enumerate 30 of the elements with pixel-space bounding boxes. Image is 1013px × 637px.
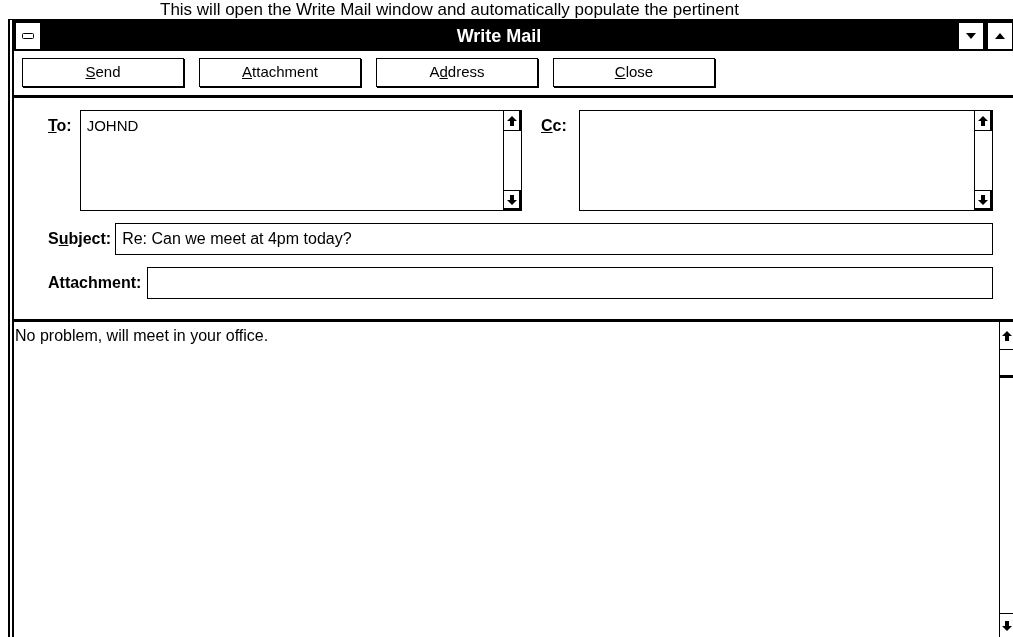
- arrow-down-icon: [1001, 620, 1012, 631]
- to-label: To:: [48, 115, 72, 136]
- down-triangle-icon: [966, 33, 976, 39]
- arrow-up-icon: [1001, 330, 1012, 341]
- subject-field[interactable]: Re: Can we meet at 4pm today?: [115, 223, 993, 255]
- attachment-label: Attachment:: [48, 273, 142, 293]
- scrollbar[interactable]: [503, 111, 521, 210]
- up-triangle-icon: [995, 33, 1005, 39]
- toolbar-button[interactable]: Attachment: [199, 58, 361, 87]
- cc-field[interactable]: [578, 110, 993, 211]
- message-body[interactable]: No problem, will meet in your office.: [14, 322, 999, 637]
- arrow-down-icon: [977, 194, 988, 205]
- system-menu-button[interactable]: [15, 22, 41, 50]
- maximize-button[interactable]: [987, 22, 1013, 50]
- arrow-up-icon: [977, 115, 988, 126]
- toolbar-button[interactable]: Address: [376, 58, 538, 87]
- toolbar-button[interactable]: Close: [553, 58, 715, 87]
- menu-icon: [22, 33, 34, 39]
- minimize-button[interactable]: [958, 22, 984, 50]
- cc-label: Cc:: [541, 115, 567, 136]
- arrow-down-icon: [506, 194, 517, 205]
- subject-label: Subject:: [48, 229, 112, 249]
- window-title: Write Mail: [455, 24, 543, 48]
- arrow-up-icon: [506, 115, 517, 126]
- to-field[interactable]: JOHND: [79, 110, 522, 211]
- toolbar-button[interactable]: Send: [22, 58, 184, 87]
- scrollbar[interactable]: [974, 111, 992, 210]
- scrollbar[interactable]: [999, 322, 1013, 637]
- document-text: This will open the Write Mail window and automatically populate the pertinent: [159, 0, 740, 19]
- attachment-field[interactable]: [147, 267, 993, 299]
